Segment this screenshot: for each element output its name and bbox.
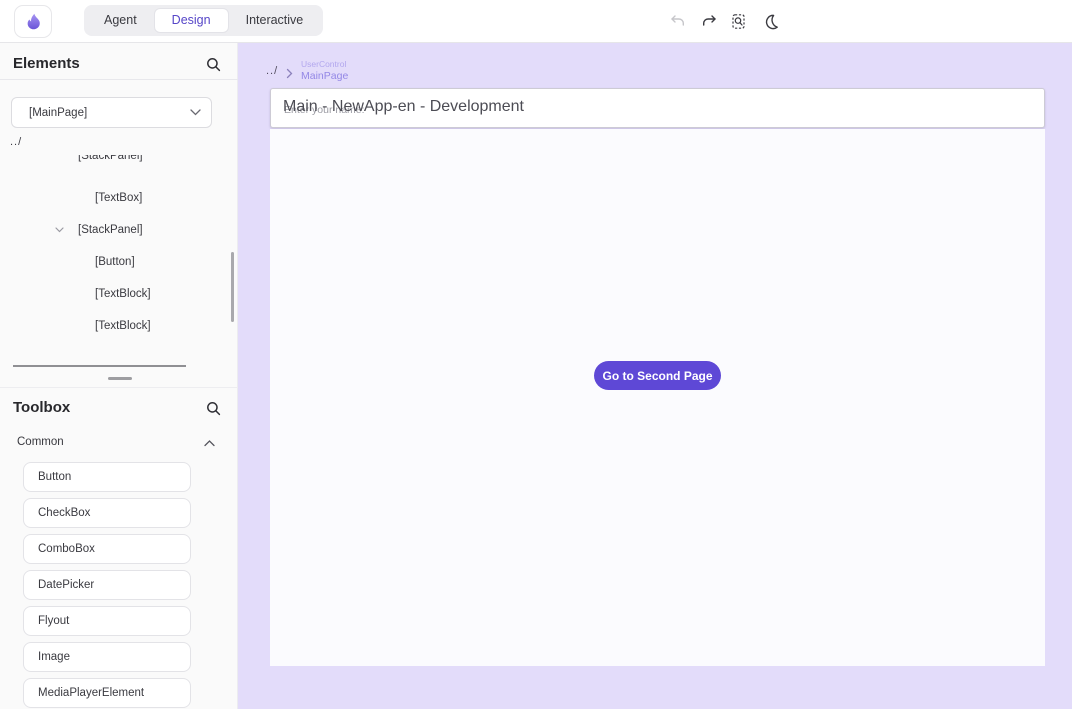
app-window: Agent Design Interactive	[0, 0, 1072, 709]
toolbox-item-button[interactable]: Button	[23, 462, 191, 492]
toolbox-item-checkbox[interactable]: CheckBox	[23, 498, 191, 528]
elements-header-divider	[0, 79, 238, 80]
go-to-second-page-button[interactable]: Go to Second Page	[594, 361, 721, 390]
sidebar: Elements [MainPage] ../ [StackPanel] [Te…	[0, 43, 238, 709]
redo-icon[interactable]	[700, 12, 719, 31]
toolbox-item-image[interactable]: Image	[23, 642, 191, 672]
chevron-right-icon	[286, 68, 293, 79]
toolbox-item-combobox[interactable]: ComboBox	[23, 534, 191, 564]
toolbox-section-common[interactable]: Common	[17, 436, 64, 448]
theme-moon-icon[interactable]	[761, 12, 780, 31]
app-content-frame[interactable]: Go to Second Page	[270, 129, 1045, 666]
tab-design[interactable]: Design	[154, 8, 229, 33]
topbar: Agent Design Interactive	[0, 0, 1072, 43]
breadcrumb-root[interactable]: ../	[266, 65, 278, 77]
panel-splitter-handle[interactable]	[108, 377, 132, 380]
chevron-down-icon[interactable]	[55, 227, 64, 233]
panel-divider	[0, 387, 238, 388]
tree-horizontal-scrollbar[interactable]	[13, 365, 186, 367]
tree-item-textbox[interactable]: [TextBox]	[95, 189, 142, 207]
toolbox-item-flyout[interactable]: Flyout	[23, 606, 191, 636]
breadcrumb-current[interactable]: UserControl MainPage	[301, 60, 348, 82]
elements-panel-title: Elements	[13, 55, 80, 72]
page-selector-dropdown[interactable]: [MainPage]	[11, 97, 212, 128]
toolbox-panel-title: Toolbox	[13, 399, 70, 416]
window-title: Main - NewApp-en - Development	[283, 98, 524, 116]
tree-root-label: ../	[10, 136, 22, 148]
inspect-element-icon[interactable]	[729, 12, 748, 31]
breadcrumb-type-label: UserControl	[301, 60, 348, 70]
design-canvas[interactable]: ../ UserControl MainPage Enter your name…	[238, 43, 1072, 709]
tab-agent[interactable]: Agent	[87, 8, 154, 33]
toolbox-item-datepicker[interactable]: DatePicker	[23, 570, 191, 600]
elements-search-icon[interactable]	[206, 57, 221, 72]
toolbox-search-icon[interactable]	[206, 401, 221, 416]
tree-item-textblock-1[interactable]: [TextBlock]	[95, 285, 151, 303]
breadcrumb-page-label: MainPage	[301, 70, 348, 82]
page-selector-value: [MainPage]	[29, 107, 190, 119]
app-titlebar[interactable]: Enter your name: Main - NewApp-en - Deve…	[270, 88, 1045, 128]
tree-item-stackpanel-clipped[interactable]: [StackPanel]	[78, 155, 143, 165]
tree-item-stackpanel[interactable]: [StackPanel]	[78, 221, 143, 239]
toolbox-item-mediaplayerelement[interactable]: MediaPlayerElement	[23, 678, 191, 708]
flame-logo-icon	[22, 11, 44, 33]
tree-vertical-scrollbar[interactable]	[231, 252, 234, 322]
app-logo-button[interactable]	[14, 5, 52, 38]
undo-icon[interactable]	[668, 12, 687, 31]
mode-tab-group: Agent Design Interactive	[84, 5, 323, 36]
chevron-up-icon[interactable]	[204, 440, 215, 447]
elements-tree: [StackPanel] [TextBox] [StackPanel] [But…	[0, 155, 228, 355]
tab-interactive[interactable]: Interactive	[229, 8, 321, 33]
tree-item-button[interactable]: [Button]	[95, 253, 135, 271]
tree-item-textblock-2[interactable]: [TextBlock]	[95, 317, 151, 335]
chevron-down-icon	[190, 109, 201, 116]
